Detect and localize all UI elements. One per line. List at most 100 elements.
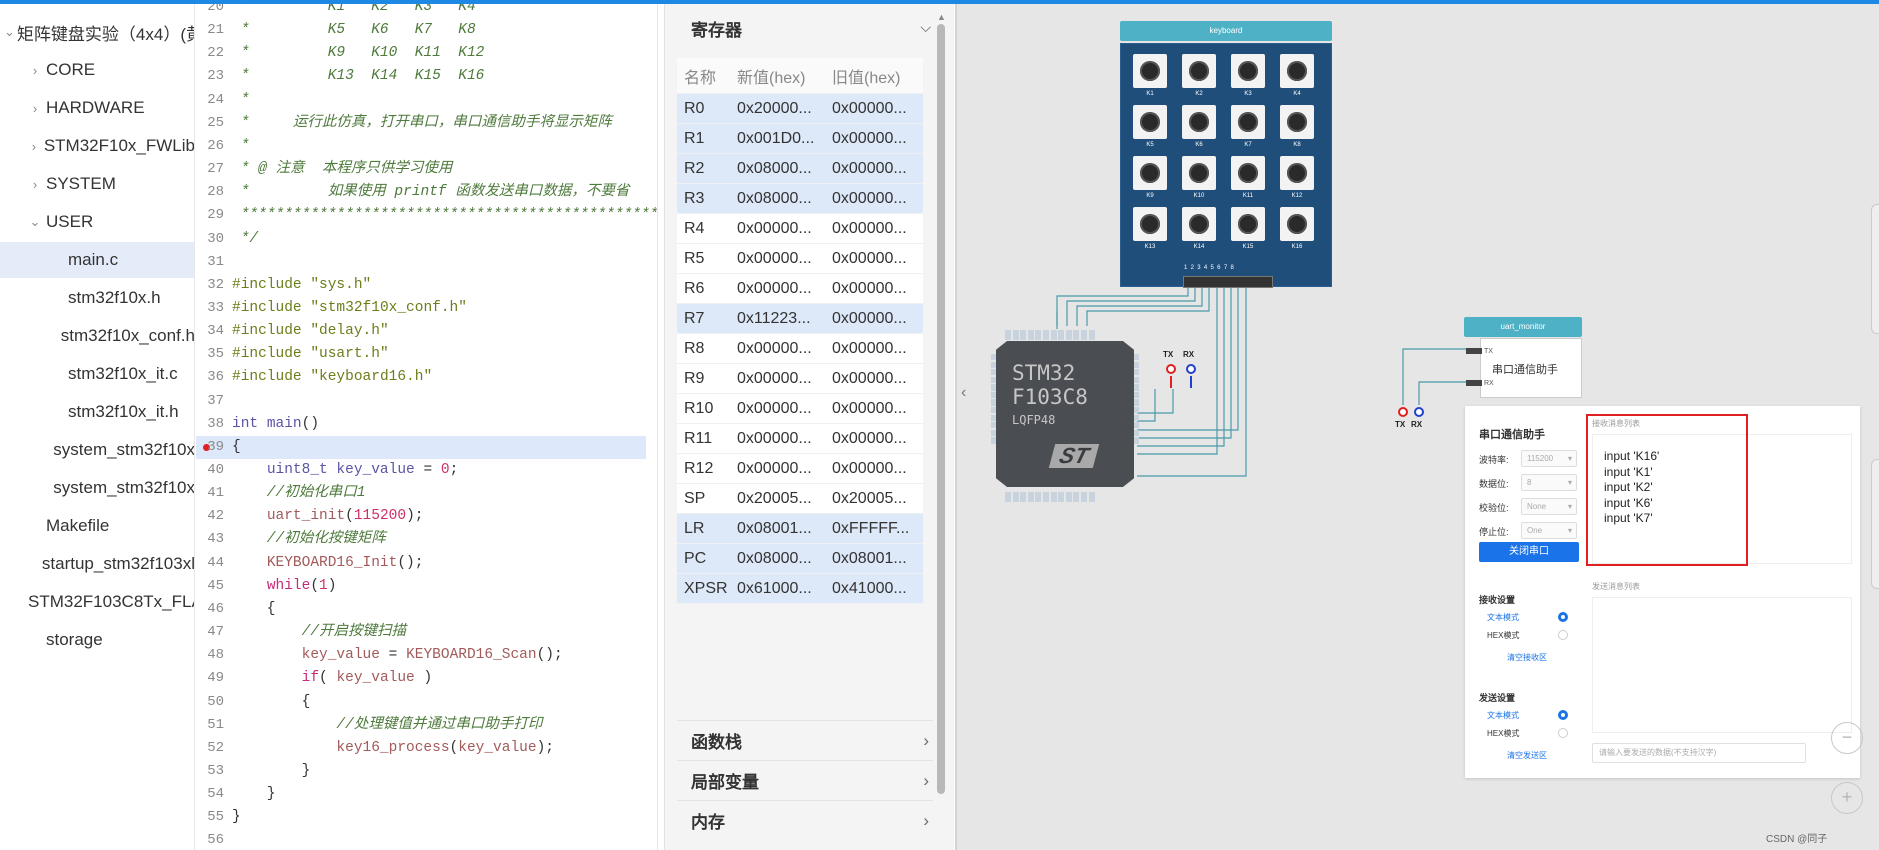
section-header[interactable]: 局部变量 › xyxy=(677,760,933,800)
stop-bits-select[interactable]: One xyxy=(1521,522,1577,539)
tree-item[interactable]: ⌄ 矩阵键盘实验（4x4）(黄 xyxy=(0,14,194,50)
code-line[interactable]: 39 { xyxy=(196,435,646,460)
chevron-right-icon[interactable]: › xyxy=(923,811,929,831)
code-line[interactable]: 46 { xyxy=(196,598,646,621)
keypad-key[interactable]: K14 xyxy=(1180,207,1218,255)
code-line[interactable]: 26 * xyxy=(196,135,646,158)
recv-hex-mode-radio[interactable] xyxy=(1558,630,1568,640)
tree-item[interactable]: ⌄ USER xyxy=(0,204,194,240)
code-line[interactable]: 49 if( key_value ) xyxy=(196,667,646,690)
section-header[interactable]: 内存 › xyxy=(677,800,933,840)
code-line[interactable]: 56 xyxy=(196,829,646,850)
push-button-icon[interactable] xyxy=(1231,54,1265,88)
code-line[interactable]: 36 #include "keyboard16.h" xyxy=(196,366,646,389)
code-line[interactable]: 33 #include "stm32f10x_conf.h" xyxy=(196,297,646,320)
scroll-up-arrow-icon[interactable]: ▲ xyxy=(937,12,946,22)
chevron-right-icon[interactable]: › xyxy=(923,771,929,791)
register-row[interactable]: SP 0x20005... 0x20005... xyxy=(677,484,923,514)
code-line[interactable]: 37 xyxy=(196,390,646,413)
send-text-mode-radio[interactable] xyxy=(1558,710,1568,720)
registers-header[interactable]: 寄存器 ⌵ xyxy=(665,8,945,48)
tree-item[interactable]: Makefile xyxy=(0,508,194,544)
code-editor[interactable]: ▲ 20 * K1 K2 K3 K421 * K5 K6 K7 K822 * K… xyxy=(196,4,658,850)
push-button-icon[interactable] xyxy=(1133,105,1167,139)
code-line[interactable]: 47 //开启按键扫描 xyxy=(196,621,646,644)
code-line[interactable]: 55} xyxy=(196,806,646,829)
code-line[interactable]: 38 int main() xyxy=(196,413,646,436)
zoom-out-icon[interactable]: − xyxy=(1831,722,1863,754)
push-button-icon[interactable] xyxy=(1280,54,1314,88)
register-row[interactable]: PC 0x08000... 0x08001... xyxy=(677,544,923,574)
code-line[interactable]: 54 } xyxy=(196,783,646,806)
chevron-down-icon[interactable]: ⌄ xyxy=(4,24,15,40)
register-row[interactable]: R2 0x08000... 0x00000... xyxy=(677,154,923,184)
register-row[interactable]: XPSR 0x61000... 0x41000... xyxy=(677,574,923,604)
send-message-list[interactable] xyxy=(1592,597,1852,733)
chevron-right-icon[interactable]: › xyxy=(26,101,44,116)
code-line[interactable]: 21 * K5 K6 K7 K8 xyxy=(196,19,646,42)
probe-rx-blue-icon[interactable] xyxy=(1186,364,1196,374)
code-line[interactable]: 28 * 如果使用 printf 函数发送串口数据，不要省 xyxy=(196,181,646,204)
zoom-in-icon[interactable]: + xyxy=(1831,782,1863,814)
chevron-right-icon[interactable]: › xyxy=(26,63,44,78)
chevron-right-icon[interactable]: › xyxy=(26,139,42,154)
probe-tx-red-icon[interactable] xyxy=(1166,364,1176,374)
tree-item[interactable]: system_stm32f10x xyxy=(0,432,194,468)
register-row[interactable]: LR 0x08001... 0xFFFFF... xyxy=(677,514,923,544)
register-row[interactable]: R4 0x00000... 0x00000... xyxy=(677,214,923,244)
data-bits-select[interactable]: 8 xyxy=(1521,474,1577,491)
code-line[interactable]: 50 { xyxy=(196,691,646,714)
code-line[interactable]: 31 xyxy=(196,251,646,274)
code-line[interactable]: 51 //处理键值并通过串口助手打印 xyxy=(196,714,646,737)
chevron-left-icon[interactable]: ‹ xyxy=(961,384,966,402)
keypad-key[interactable]: K12 xyxy=(1278,156,1316,204)
keypad-key[interactable]: K15 xyxy=(1229,207,1267,255)
clear-recv-link[interactable]: 清空接收区 xyxy=(1507,652,1547,663)
push-button-icon[interactable] xyxy=(1133,54,1167,88)
register-row[interactable]: R10 0x00000... 0x00000... xyxy=(677,394,923,424)
keypad-key[interactable]: K16 xyxy=(1278,207,1316,255)
code-line[interactable]: 53 } xyxy=(196,760,646,783)
code-line[interactable]: 45 while(1) xyxy=(196,575,646,598)
register-row[interactable]: R7 0x11223... 0x00000... xyxy=(677,304,923,334)
register-panel-scrollbar[interactable] xyxy=(937,24,945,794)
register-row[interactable]: R6 0x00000... 0x00000... xyxy=(677,274,923,304)
code-line[interactable]: 25 * 运行此仿真，打开串口，串口通信助手将显示矩阵 xyxy=(196,112,646,135)
push-button-icon[interactable] xyxy=(1133,207,1167,241)
clear-send-link[interactable]: 清空发送区 xyxy=(1507,750,1547,761)
tree-item[interactable]: stm32f10x_it.c xyxy=(0,356,194,392)
recv-text-mode-radio[interactable] xyxy=(1558,612,1568,622)
push-button-icon[interactable] xyxy=(1280,207,1314,241)
stm32-chip[interactable]: STM32 F103C8 LQFP48 ST xyxy=(969,324,1139,514)
code-line[interactable]: 27 * @ 注意 本程序只供学习使用 xyxy=(196,158,646,181)
register-row[interactable]: R1 0x001D0... 0x00000... xyxy=(677,124,923,154)
push-button-icon[interactable] xyxy=(1182,54,1216,88)
keypad-key[interactable]: K2 xyxy=(1180,54,1218,102)
send-input[interactable]: 请输入要发送的数据(不支持汉字) xyxy=(1592,743,1806,763)
push-button-icon[interactable] xyxy=(1231,156,1265,190)
register-row[interactable]: R12 0x00000... 0x00000... xyxy=(677,454,923,484)
tree-item[interactable]: stm32f10x_conf.h xyxy=(0,318,194,354)
keyboard-module[interactable]: keyboard 12345678 K1 K2 K3 K4 K5 K6 K7 K8 K9 K10 K… xyxy=(1120,21,1332,291)
tree-item[interactable]: STM32F103C8Tx_FLA xyxy=(0,584,194,620)
register-row[interactable]: R8 0x00000... 0x00000... xyxy=(677,334,923,364)
code-line[interactable]: 44 KEYBOARD16_Init(); xyxy=(196,552,646,575)
register-row[interactable]: R3 0x08000... 0x00000... xyxy=(677,184,923,214)
keypad-key[interactable]: K7 xyxy=(1229,105,1267,153)
keypad-key[interactable]: K11 xyxy=(1229,156,1267,204)
keypad-key[interactable]: K4 xyxy=(1278,54,1316,102)
push-button-icon[interactable] xyxy=(1182,207,1216,241)
code-line[interactable]: 40 uint8_t key_value = 0; xyxy=(196,459,646,482)
code-line[interactable]: 43 //初始化按键矩阵 xyxy=(196,528,646,551)
push-button-icon[interactable] xyxy=(1182,156,1216,190)
push-button-icon[interactable] xyxy=(1133,156,1167,190)
side-drawer-handle-bottom[interactable] xyxy=(1871,459,1879,589)
keypad-key[interactable]: K3 xyxy=(1229,54,1267,102)
tree-item[interactable]: › STM32F10x_FWLib xyxy=(0,128,194,164)
chevron-down-icon[interactable]: ⌄ xyxy=(26,214,44,230)
code-line[interactable]: 22 * K9 K10 K11 K12 xyxy=(196,42,646,65)
keypad-key[interactable]: K5 xyxy=(1131,105,1169,153)
keypad-key[interactable]: K8 xyxy=(1278,105,1316,153)
tree-item[interactable]: stm32f10x.h xyxy=(0,280,194,316)
tree-item[interactable]: › CORE xyxy=(0,52,194,88)
